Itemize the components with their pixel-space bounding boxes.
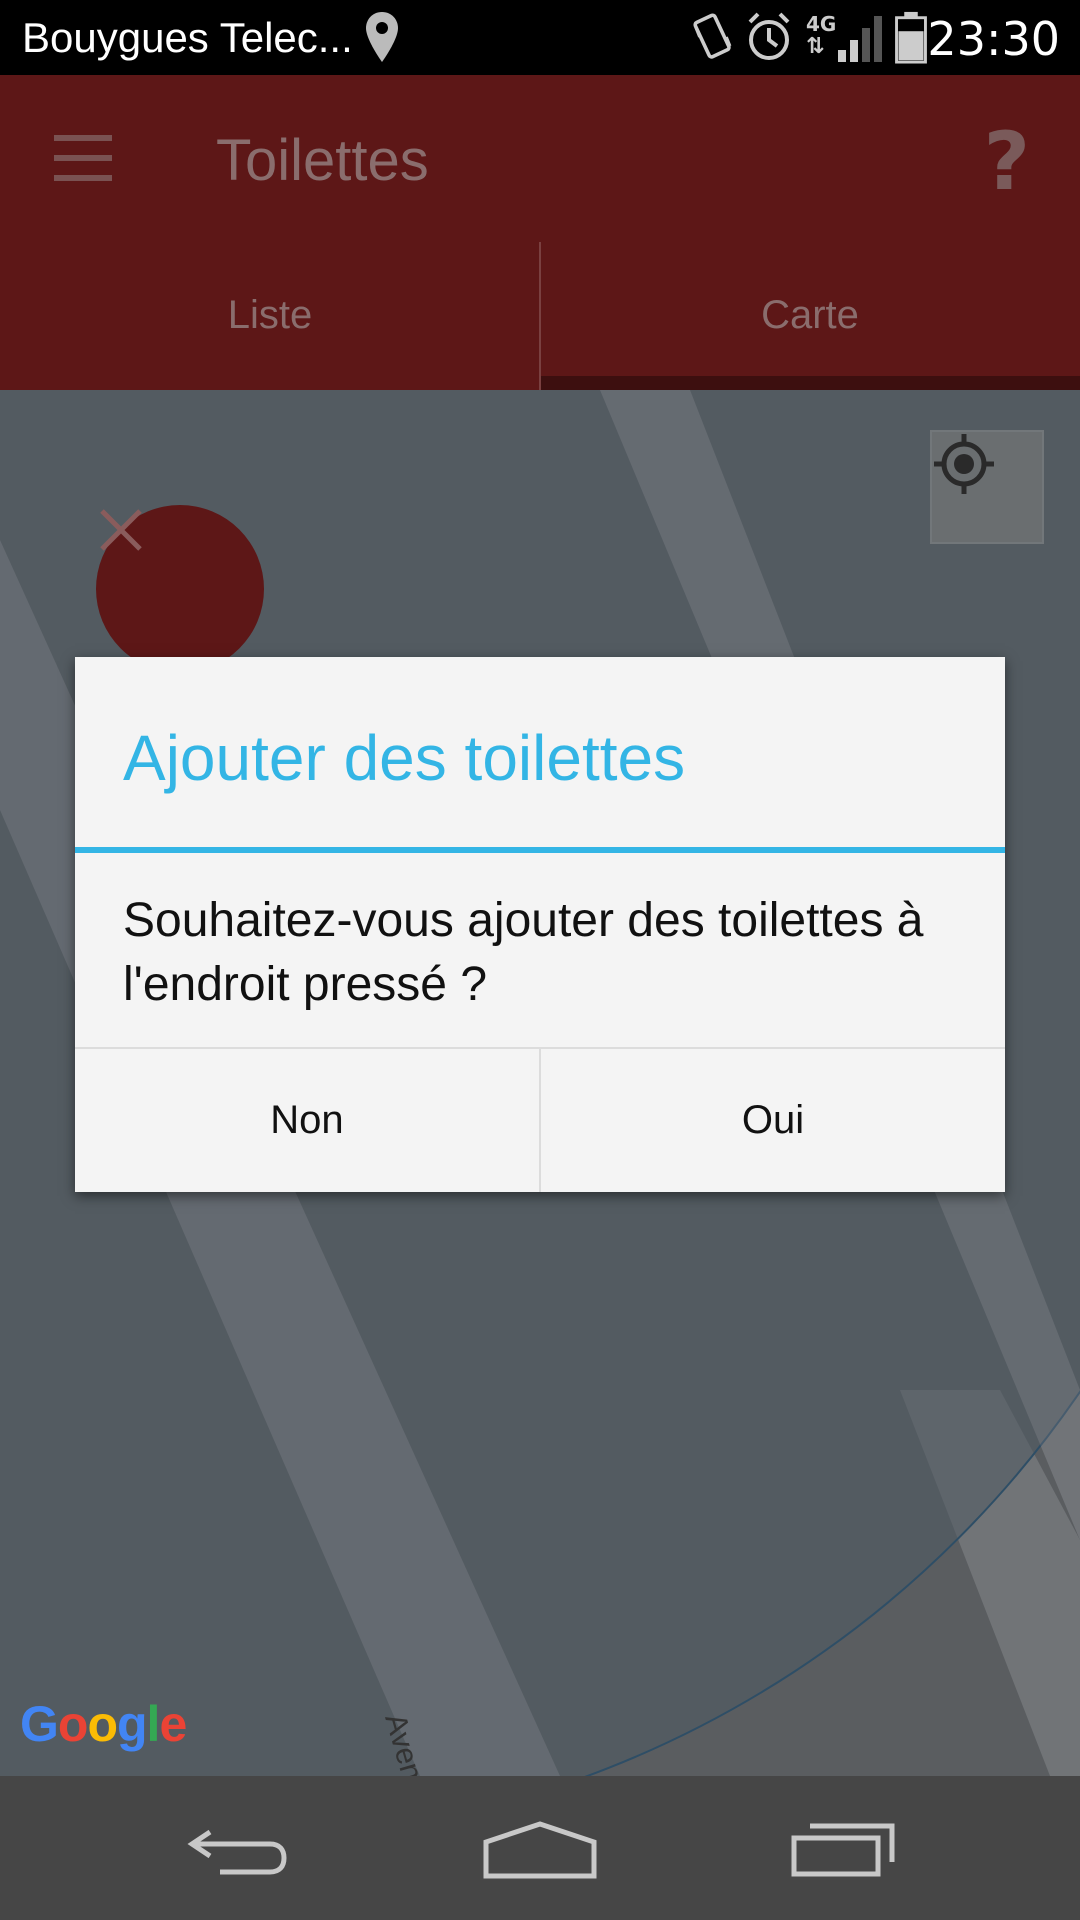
my-location-button[interactable] — [930, 430, 1044, 544]
hamburger-menu-icon[interactable] — [54, 135, 112, 181]
dialog-button-bar: Non Oui — [75, 1047, 1005, 1192]
alarm-icon — [748, 12, 790, 60]
no-button[interactable]: Non — [75, 1049, 539, 1192]
tab-liste[interactable]: Liste — [0, 240, 540, 390]
app-bar: Toilettes ? — [0, 75, 1080, 240]
close-icon — [100, 509, 142, 551]
clock: 23:30 — [927, 12, 1060, 66]
dialog-title-divider — [75, 847, 1005, 853]
signal-icon — [838, 16, 882, 62]
battery-icon — [895, 11, 927, 64]
network-4g-icon: 4G ⇅ — [806, 12, 837, 59]
home-icon[interactable] — [480, 1814, 600, 1884]
dialog-message: Souhaitez-vous ajouter des toilettes à l… — [123, 894, 924, 1011]
tab-divider — [539, 242, 541, 390]
back-icon[interactable] — [180, 1814, 300, 1884]
status-bar: Bouygues Telec... 4G ⇅ 23:30 — [0, 0, 1080, 75]
vibrate-icon — [693, 13, 732, 59]
app-title: Toilettes — [216, 128, 429, 193]
crosshair-icon — [934, 434, 994, 494]
dialog-title: Ajouter des toilettes — [123, 722, 686, 794]
recent-apps-icon[interactable] — [780, 1814, 900, 1884]
location-pin-icon — [366, 12, 398, 62]
add-toilet-dialog: Ajouter des toilettes Souhaitez-vous ajo… — [75, 657, 1005, 1192]
navigation-bar — [0, 1776, 1080, 1920]
tab-carte[interactable]: Carte — [540, 240, 1080, 390]
google-logo: Google — [20, 1696, 187, 1752]
carrier-name: Bouygues Telec... — [22, 14, 353, 61]
help-icon[interactable]: ? — [984, 115, 1030, 208]
cancel-add-button[interactable] — [96, 505, 264, 673]
yes-button[interactable]: Oui — [539, 1049, 1005, 1192]
